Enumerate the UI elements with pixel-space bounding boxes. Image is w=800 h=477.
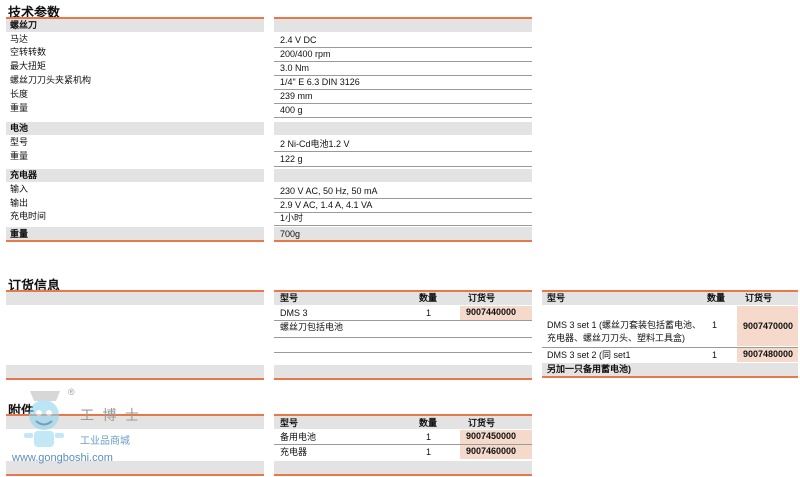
acc-order-number: 9007460000 — [460, 445, 532, 459]
row-divider — [274, 47, 532, 48]
spec-value: 239 mm — [280, 91, 313, 101]
header-model: 型号 — [280, 293, 299, 303]
spec-value: 1小时 — [280, 213, 304, 223]
row-divider — [274, 166, 532, 167]
spec-label: 充电时间 — [10, 211, 47, 221]
row-divider — [274, 103, 532, 104]
section-battery: 电池 — [10, 123, 29, 133]
row-divider — [274, 117, 532, 118]
order-col3-bottom-rule — [542, 376, 798, 378]
tech-section-band — [274, 122, 532, 135]
spec-value: 230 V AC, 50 Hz, 50 mA — [280, 186, 378, 196]
tech-section-band — [6, 122, 264, 135]
order-model: DMS 3 — [280, 308, 308, 318]
acc-order-number: 9007450000 — [460, 430, 532, 444]
tech-section-band — [6, 169, 264, 182]
spec-label: 重量 — [10, 151, 29, 161]
spec-label: 长度 — [10, 89, 29, 99]
order-footer-band — [6, 365, 264, 378]
acc-col2-bottom-rule — [274, 474, 532, 476]
row-divider — [274, 89, 532, 90]
order-number: 9007440000 — [460, 306, 532, 320]
acc-model: 充电器 — [280, 447, 308, 457]
order-note: 螺丝刀包括电池 — [280, 322, 344, 332]
row-divider — [274, 151, 532, 152]
spec-value: 700g — [280, 229, 301, 239]
spec-label: 型号 — [10, 137, 29, 147]
order-model: DMS 3 set 2 (同 set1 — [547, 350, 631, 360]
spec-label: 重量 — [10, 229, 29, 239]
registered-mark: ® — [68, 387, 75, 397]
order-number: 9007470000 — [737, 306, 798, 346]
row-divider — [274, 198, 532, 199]
spec-value: 200/400 rpm — [280, 49, 331, 59]
order-header-band — [6, 292, 264, 305]
section-screwdriver: 螺丝刀 — [10, 20, 38, 30]
header-qty: 数量 — [707, 293, 726, 303]
tech-left-bottom-rule — [6, 240, 264, 242]
spec-label: 重量 — [10, 103, 29, 113]
order-col1-bottom-rule — [6, 378, 264, 380]
row-divider — [274, 320, 532, 321]
spec-label: 螺丝刀刀头夹紧机构 — [10, 75, 92, 85]
header-order-no: 订货号 — [745, 293, 773, 303]
spec-value: 400 g — [280, 105, 303, 115]
acc-footer-band — [274, 461, 532, 474]
watermark-url: www.gongboshi.com — [12, 452, 113, 464]
spec-value: 2.9 V AC, 1.4 A, 4.1 VA — [280, 200, 373, 210]
spec-value: 2 Ni-Cd电池1.2 V — [280, 139, 350, 149]
header-order-no: 订货号 — [468, 418, 496, 428]
order-qty: 1 — [712, 320, 718, 330]
spec-label: 马达 — [10, 34, 29, 44]
spec-label: 输入 — [10, 184, 29, 194]
tech-section-band — [6, 19, 264, 32]
spec-value: 3.0 Nm — [280, 63, 310, 73]
acc-model: 备用电池 — [280, 432, 317, 442]
order-qty: 1 — [426, 308, 432, 318]
tech-section-band — [274, 19, 532, 32]
tech-section-band — [274, 169, 532, 182]
watermark-brand: 工 博 士 — [80, 408, 141, 424]
row-divider — [274, 337, 532, 338]
acc-col1-bottom-rule — [6, 474, 264, 476]
tech-section-band — [274, 227, 532, 240]
header-model: 型号 — [280, 418, 299, 428]
header-qty: 数量 — [419, 418, 438, 428]
order-model: DMS 3 set 1 (螺丝刀套装包括蓄电池、 — [547, 320, 702, 330]
spec-label: 最大扭矩 — [10, 61, 47, 71]
row-divider — [274, 75, 532, 76]
header-order-no: 订货号 — [468, 293, 496, 303]
row-divider — [274, 352, 532, 353]
row-divider — [274, 212, 532, 213]
order-footer-band — [274, 365, 532, 378]
mascot-icon — [14, 385, 74, 455]
section-charger: 充电器 — [10, 170, 38, 180]
row-divider — [274, 61, 532, 62]
spec-value: 2.4 V DC — [280, 35, 317, 45]
order-model: 充电器、螺丝刀刀头、塑料工具盒) — [547, 333, 685, 343]
spec-value: 1/4" E 6.3 DIN 3126 — [280, 77, 360, 87]
header-qty: 数量 — [419, 293, 438, 303]
spec-label: 空转转数 — [10, 47, 47, 57]
tech-section-band — [6, 227, 264, 240]
spec-label: 输出 — [10, 198, 29, 208]
spec-value: 122 g — [280, 154, 303, 164]
header-model: 型号 — [547, 293, 566, 303]
acc-qty: 1 — [426, 447, 432, 457]
row-divider — [274, 225, 532, 226]
order-number: 9007480000 — [737, 348, 798, 362]
order-note: 另加一只备用蓄电池) — [547, 364, 631, 374]
order-col2-bottom-rule — [274, 378, 532, 380]
acc-qty: 1 — [426, 432, 432, 442]
order-qty: 1 — [712, 350, 718, 360]
watermark-tagline: 工业品商城 — [80, 436, 130, 447]
tech-right-bottom-rule — [274, 240, 532, 242]
